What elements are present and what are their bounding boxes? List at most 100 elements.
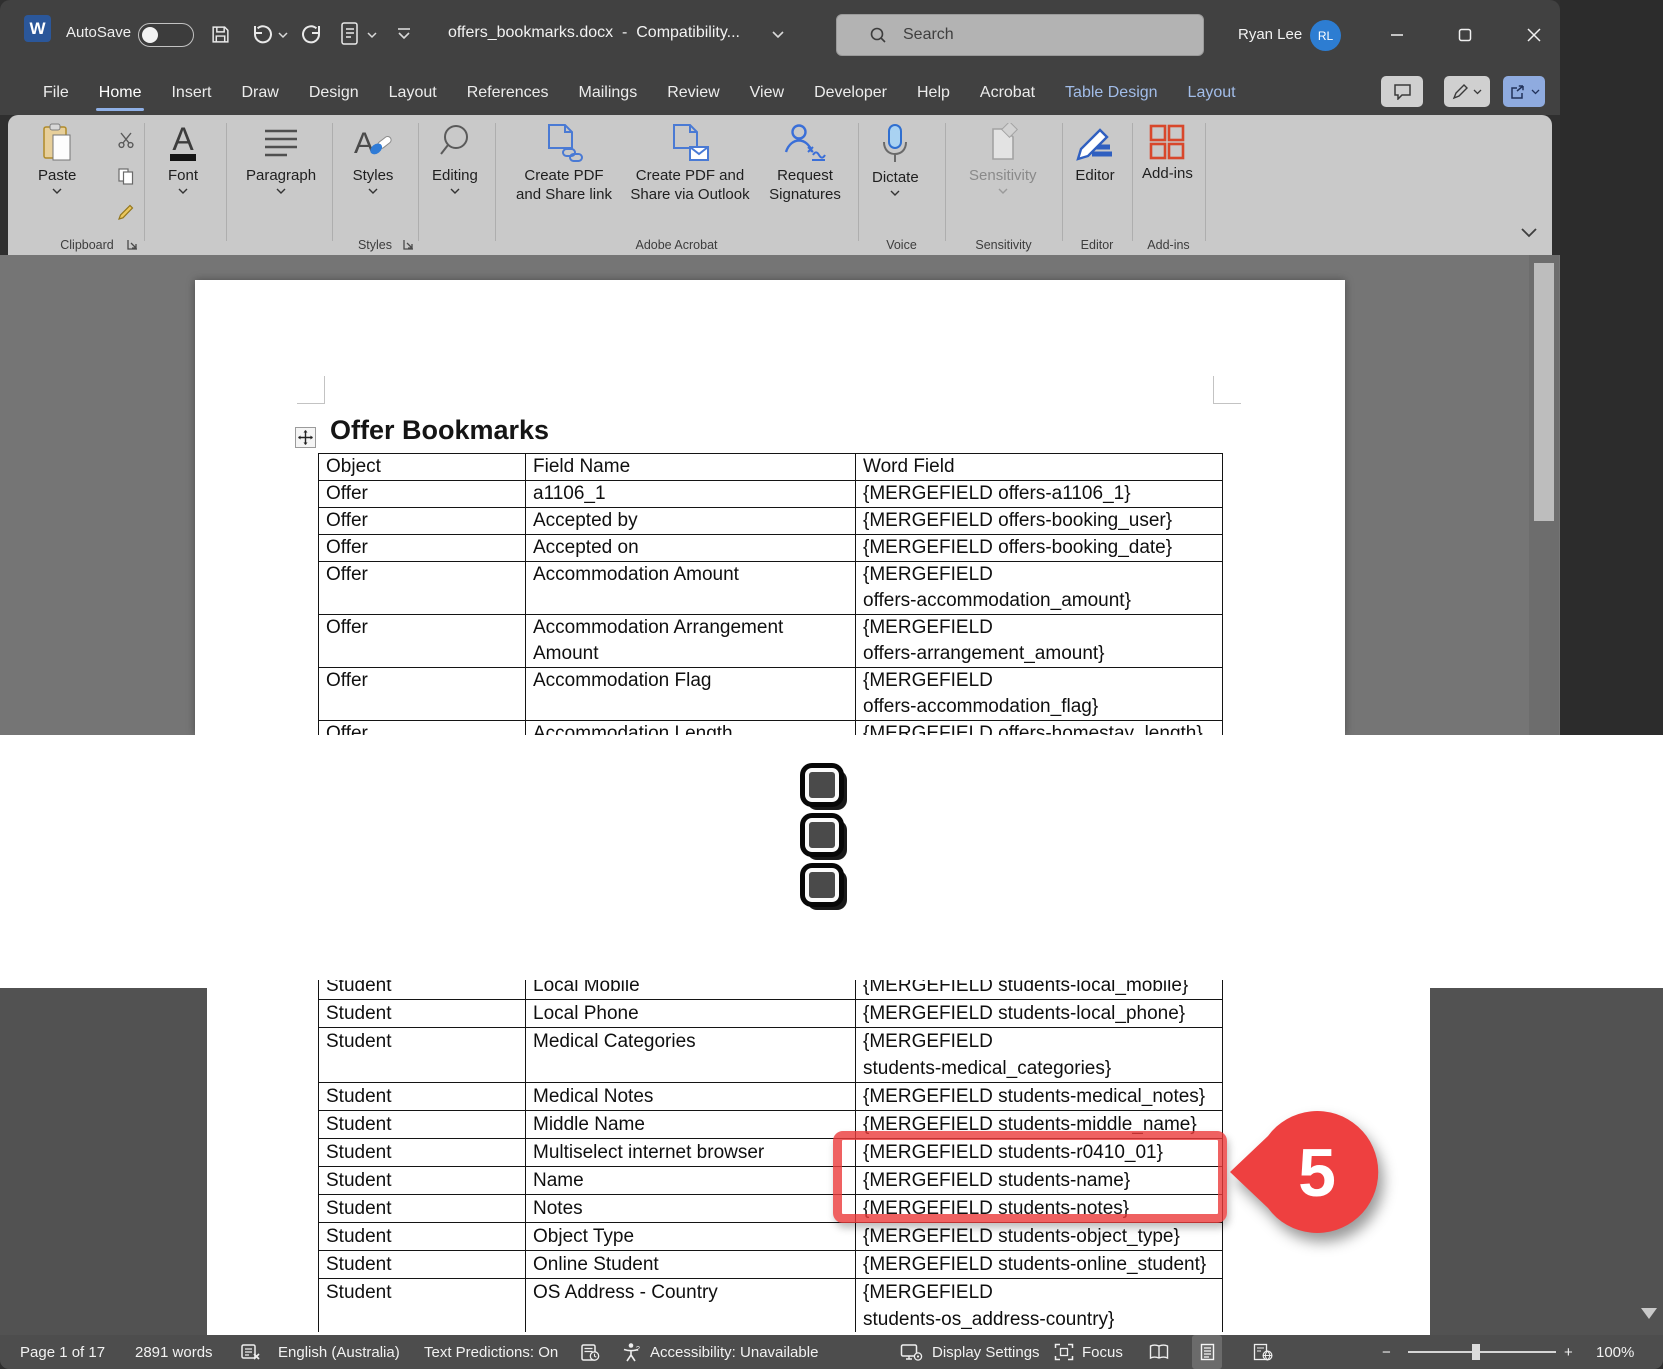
ribbon-group-sensitivity: Sensitivity Sensitivity — [945, 115, 1062, 255]
tab-layout[interactable]: Layout — [374, 70, 452, 115]
page-margin-right — [1430, 988, 1663, 1335]
font-icon: A — [162, 123, 204, 163]
svg-text:A: A — [354, 127, 374, 160]
close-button[interactable] — [1521, 22, 1547, 48]
table-row: OfferAccommodation Arrangement Amount{ME… — [319, 615, 1223, 668]
avatar[interactable]: RL — [1310, 20, 1341, 51]
accessibility-status[interactable]: Accessibility: Unavailable — [650, 1335, 818, 1369]
display-settings-label[interactable]: Display Settings — [932, 1335, 1040, 1369]
web-layout-button[interactable] — [1248, 1335, 1278, 1369]
cell-field-name: Multiselect internet browser — [526, 1139, 856, 1167]
paragraph-menu-button[interactable]: Paragraph — [246, 123, 316, 194]
scroll-down-arrow-icon[interactable] — [1641, 1308, 1657, 1319]
sensitivity-button[interactable]: Sensitivity — [969, 123, 1037, 194]
ribbon-group-voice: Dictate Voice — [858, 115, 945, 255]
editing-mode-button[interactable] — [1444, 76, 1490, 107]
paste-options-dropdown-icon[interactable] — [367, 32, 377, 39]
search-bar[interactable] — [836, 14, 1204, 56]
styles-dialog-launcher-icon[interactable] — [402, 238, 415, 251]
addins-label: Add-ins — [1142, 164, 1193, 183]
tab-acrobat[interactable]: Acrobat — [965, 70, 1050, 115]
share-icon — [1509, 84, 1527, 100]
tab-help[interactable]: Help — [902, 70, 965, 115]
clipboard-dialog-launcher-icon[interactable] — [126, 238, 139, 251]
editing-menu-button[interactable]: Editing — [432, 123, 478, 194]
table-row: OfferAccommodation Length{MERGEFIELD off… — [319, 721, 1223, 735]
scrollbar-thumb[interactable] — [1534, 263, 1554, 521]
create-pdf-share-link-button[interactable]: Create PDF and Share link — [505, 123, 623, 204]
user-name[interactable]: Ryan Lee — [1238, 26, 1302, 43]
comments-button[interactable] — [1381, 76, 1423, 107]
cut-button[interactable] — [114, 129, 138, 151]
tab-review[interactable]: Review — [652, 70, 734, 115]
tab-references[interactable]: References — [452, 70, 564, 115]
maximize-button[interactable] — [1452, 22, 1478, 48]
save-icon[interactable] — [210, 24, 231, 45]
styles-menu-button[interactable]: A Styles — [348, 123, 398, 194]
tab-layout[interactable]: Layout — [1173, 70, 1251, 115]
cell-field-name: Notes — [526, 1195, 856, 1223]
addins-button[interactable]: Add-ins — [1142, 123, 1193, 183]
cut-marker-icon — [805, 868, 839, 902]
tab-design[interactable]: Design — [294, 70, 374, 115]
collapse-ribbon-icon[interactable] — [1520, 227, 1538, 238]
focus-label[interactable]: Focus — [1082, 1335, 1123, 1369]
accessibility-icon[interactable]: ? — [622, 1335, 641, 1369]
text-predictions-indicator[interactable]: Text Predictions: On — [424, 1335, 558, 1369]
title-dropdown-icon[interactable] — [772, 31, 784, 39]
cell-field-name: Medical Categories — [526, 1028, 856, 1083]
paste-button[interactable]: Paste — [38, 123, 76, 194]
display-settings-icon[interactable] — [900, 1335, 923, 1369]
cell-object: Student — [319, 1000, 526, 1028]
column-header: Object — [319, 454, 526, 481]
search-input[interactable] — [901, 25, 1161, 45]
paste-options-icon[interactable] — [340, 21, 360, 47]
document-title[interactable]: offers_bookmarks.docx - Compatibility... — [448, 24, 740, 42]
print-layout-button[interactable] — [1192, 1335, 1222, 1369]
tab-mailings[interactable]: Mailings — [564, 70, 653, 115]
redo-icon[interactable] — [300, 22, 324, 46]
tab-insert[interactable]: Insert — [156, 70, 226, 115]
minimize-button[interactable] — [1384, 22, 1410, 48]
tab-draw[interactable]: Draw — [226, 70, 293, 115]
focus-icon[interactable] — [1054, 1335, 1074, 1369]
adobe-acrobat-group-label: Adobe Acrobat — [495, 238, 858, 252]
chevron-down-icon — [368, 188, 378, 194]
cell-field-name: a1106_1 — [526, 481, 856, 508]
quick-access-toolbar-icon[interactable] — [396, 27, 412, 41]
editor-group-label: Editor — [1062, 238, 1132, 252]
editor-button[interactable]: Editor — [1074, 123, 1116, 185]
zoom-level[interactable]: 100% — [1596, 1335, 1634, 1369]
zoom-out-button[interactable]: − — [1382, 1335, 1391, 1369]
dictate-button[interactable]: Dictate — [872, 123, 919, 196]
word-count[interactable]: 2891 words — [135, 1335, 213, 1369]
tab-view[interactable]: View — [735, 70, 799, 115]
font-menu-button[interactable]: A Font — [162, 123, 204, 194]
create-pdf-outlook-button[interactable]: Create PDF and Share via Outlook — [625, 123, 755, 204]
undo-dropdown-icon[interactable] — [278, 32, 288, 39]
tab-table-design[interactable]: Table Design — [1050, 70, 1173, 115]
request-signatures-button[interactable]: Request Signatures — [757, 123, 853, 204]
zoom-slider-thumb[interactable] — [1472, 1344, 1480, 1360]
autosave-toggle[interactable] — [138, 23, 194, 47]
tab-developer[interactable]: Developer — [799, 70, 902, 115]
styles-icon: A — [348, 123, 398, 163]
zoom-slider-track[interactable] — [1408, 1351, 1556, 1353]
zoom-in-button[interactable]: + — [1564, 1335, 1573, 1369]
read-mode-button[interactable] — [1144, 1335, 1174, 1369]
table-move-handle[interactable] — [295, 427, 316, 448]
tab-home[interactable]: Home — [84, 70, 157, 115]
share-button[interactable] — [1503, 76, 1545, 107]
cell-field-name: Local Mobile — [526, 980, 856, 1000]
copy-icon — [117, 167, 135, 185]
copy-button[interactable] — [114, 165, 138, 187]
ribbon: Paste Clipboard — [8, 115, 1552, 255]
editing-time-icon[interactable] — [580, 1335, 601, 1369]
document-page[interactable]: Offer Bookmarks ObjectField NameWord Fie… — [195, 280, 1345, 735]
proofing-errors-icon[interactable] — [240, 1335, 262, 1369]
tab-file[interactable]: File — [28, 70, 84, 115]
format-painter-button[interactable] — [114, 201, 138, 223]
page-indicator[interactable]: Page 1 of 17 — [20, 1335, 105, 1369]
undo-icon[interactable] — [250, 22, 274, 46]
language-indicator[interactable]: English (Australia) — [278, 1335, 400, 1369]
